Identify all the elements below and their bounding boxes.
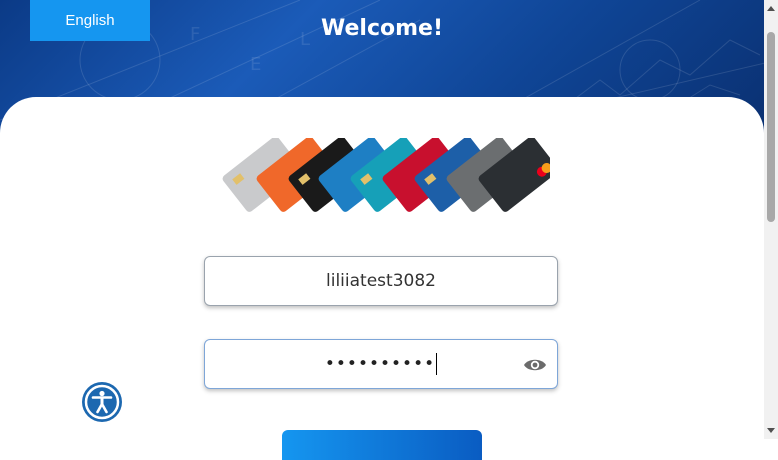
eye-icon[interactable]	[523, 356, 547, 374]
password-value: ••••••••••	[324, 354, 436, 374]
credit-cards-illustration	[222, 138, 550, 212]
password-input[interactable]: ••••••••••	[204, 339, 558, 389]
scroll-up-icon[interactable]	[767, 6, 775, 11]
accessibility-icon	[84, 384, 120, 420]
text-caret	[436, 353, 438, 375]
username-input[interactable]: liliiatest3082	[204, 256, 558, 306]
scrollbar-thumb[interactable]	[767, 32, 775, 222]
login-button[interactable]	[282, 430, 482, 460]
scroll-down-icon[interactable]	[767, 428, 775, 433]
page-scrollbar[interactable]	[764, 0, 778, 439]
svg-text:E: E	[250, 54, 261, 75]
page-title: Welcome!	[321, 16, 443, 41]
username-value: liliiatest3082	[326, 271, 436, 291]
accessibility-button[interactable]	[82, 382, 122, 422]
